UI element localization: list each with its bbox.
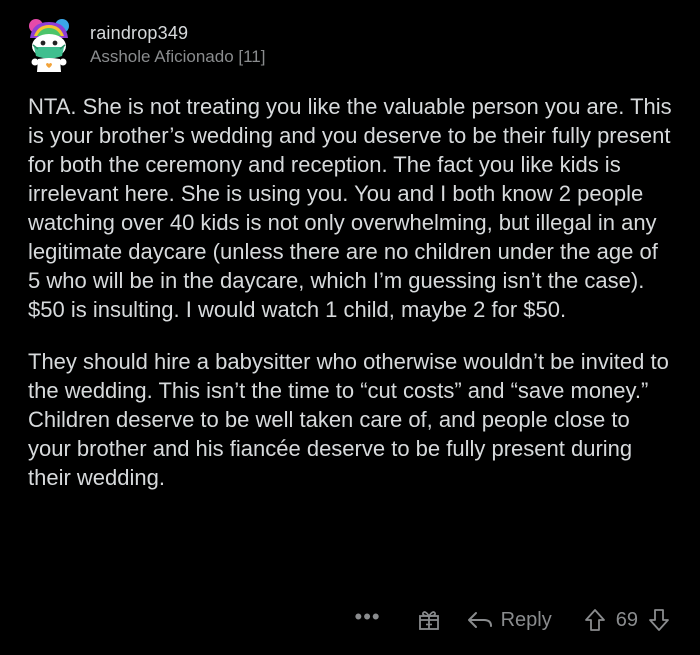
reply-label: Reply: [500, 608, 552, 631]
snoo-avatar-icon: [29, 19, 69, 72]
upvote-arrow-icon: [584, 609, 605, 631]
comment-body: NTA. She is not treating you like the va…: [28, 92, 676, 515]
reply-button[interactable]: Reply: [467, 609, 552, 632]
avatar[interactable]: [24, 16, 74, 74]
username-link[interactable]: raindrop349: [90, 22, 265, 44]
gift-award-icon: [418, 611, 439, 630]
downvote-arrow-icon: [649, 609, 669, 631]
comment-header: raindrop349 Asshole Aficionado [11]: [24, 10, 265, 80]
vote-controls: 69: [584, 608, 670, 632]
upvote-button[interactable]: [584, 608, 606, 632]
user-flair: Asshole Aficionado [11]: [90, 47, 266, 66]
comment-paragraph-1: NTA. She is not treating you like the va…: [28, 94, 672, 322]
downvote-button[interactable]: [648, 608, 670, 632]
vote-score: 69: [615, 608, 638, 631]
reply-arrow-icon: [467, 612, 492, 628]
comment-actions-bar: ••• Reply 69: [355, 604, 671, 636]
award-button[interactable]: [417, 608, 441, 632]
user-meta: raindrop349 Asshole Aficionado [11]: [90, 22, 265, 68]
comment-paragraph-2: They should hire a babysitter who otherw…: [28, 349, 669, 490]
more-options-icon[interactable]: •••: [355, 606, 381, 633]
